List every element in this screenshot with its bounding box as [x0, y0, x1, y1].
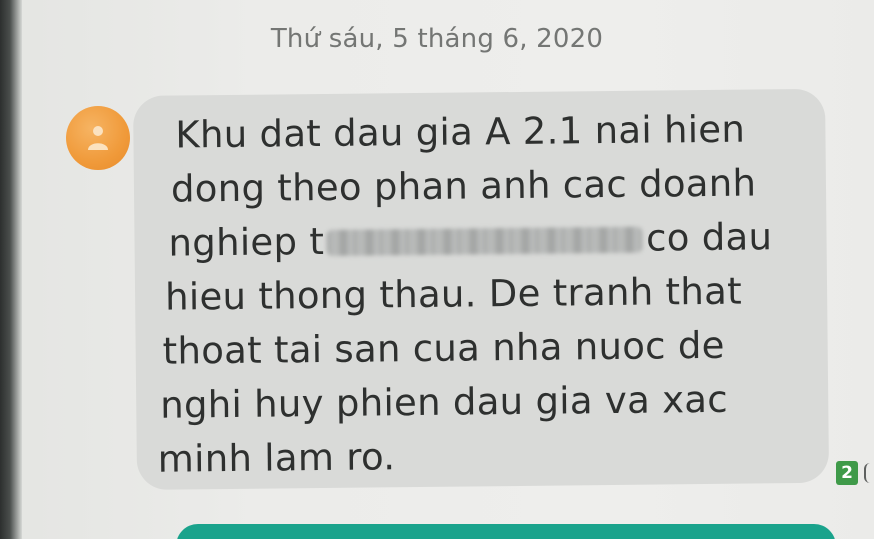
message-line-end: co dau	[645, 215, 773, 260]
redacted-text	[326, 226, 643, 256]
message-line-start: nghiep t	[168, 220, 325, 265]
sender-avatar[interactable]	[66, 106, 130, 170]
message-line: dong theo phan anh cac doanh	[170, 161, 757, 211]
sim-badge: 2	[836, 461, 858, 485]
message-bubble[interactable]: Khu dat dau gia A 2.1 nai hien dong theo…	[133, 88, 830, 490]
device-bezel	[0, 0, 22, 539]
message-line: thoat tai san cua nha nuoc de	[162, 323, 725, 373]
message-line-redacted: nghiep t co dau	[168, 215, 772, 264]
date-header: Thứ sáu, 5 tháng 6, 2020	[270, 24, 604, 54]
message-line: Khu dat dau gia A 2.1 nai hien	[175, 107, 746, 157]
person-icon	[88, 126, 108, 150]
message-line: minh lam ro.	[157, 435, 396, 481]
next-message-bubble[interactable]	[176, 524, 836, 539]
message-line: nghi huy phien dau gia va xac	[160, 377, 729, 427]
message-line: hieu thong thau. De tranh that	[164, 269, 743, 319]
partial-indicator	[864, 463, 874, 483]
